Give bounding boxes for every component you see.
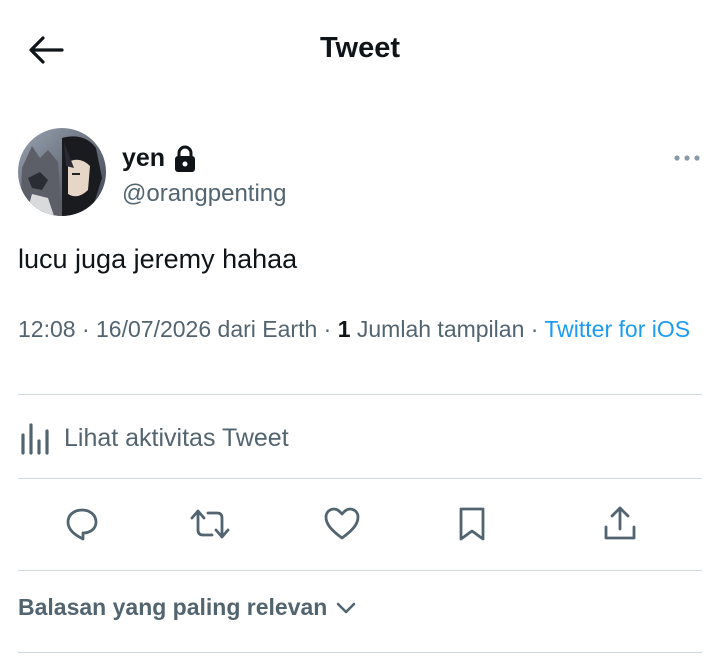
display-name[interactable]: yen	[122, 144, 165, 173]
view-activity-label: Lihat aktivitas Tweet	[64, 423, 289, 452]
tweet-source-link[interactable]: Twitter for iOS	[544, 316, 690, 342]
share-icon	[604, 506, 636, 540]
tweet-meta: 12:08 · 16/07/2026 dari Earth · 1 Jumlah…	[18, 314, 708, 344]
name-row: yen	[122, 144, 197, 173]
avatar[interactable]	[18, 128, 106, 216]
more-horizontal-icon	[674, 155, 700, 161]
reply-button[interactable]	[58, 498, 106, 550]
tweet-time[interactable]: 12:08	[18, 316, 76, 342]
top-bar: Tweet	[0, 0, 720, 100]
lock-icon	[173, 145, 197, 173]
replies-sort-label: Balasan yang paling relevan	[18, 594, 328, 620]
reply-icon	[66, 508, 98, 541]
share-button[interactable]	[596, 498, 644, 550]
bookmark-button[interactable]	[448, 498, 496, 550]
divider	[18, 394, 702, 395]
divider	[18, 570, 702, 571]
analytics-icon	[21, 423, 49, 455]
tweet-location: dari Earth	[217, 316, 318, 342]
tweet-author: yen @orangpenting	[18, 128, 708, 218]
divider	[18, 478, 702, 479]
retweet-icon	[190, 509, 230, 539]
heart-icon	[324, 507, 360, 540]
meta-separator: ·	[81, 316, 90, 342]
replies-sort-dropdown[interactable]: Balasan yang paling relevan	[18, 594, 357, 621]
divider	[18, 652, 702, 653]
view-label: Jumlah tampilan	[356, 316, 525, 342]
bookmark-icon	[459, 507, 485, 541]
tweet-text: lucu juga jeremy hahaa	[18, 244, 298, 274]
tweet-date[interactable]: 16/07/2026	[96, 316, 211, 342]
view-activity-button[interactable]: Lihat aktivitas Tweet	[18, 418, 289, 458]
user-handle[interactable]: @orangpenting	[122, 180, 286, 208]
more-options-button[interactable]	[672, 148, 702, 168]
view-count: 1	[337, 316, 351, 342]
chevron-down-icon	[337, 602, 356, 613]
retweet-button[interactable]	[186, 498, 234, 550]
meta-separator: ·	[530, 316, 539, 342]
like-button[interactable]	[318, 498, 366, 550]
meta-separator: ·	[323, 316, 332, 342]
tweet-action-bar	[0, 498, 720, 550]
page-title: Tweet	[319, 32, 401, 64]
